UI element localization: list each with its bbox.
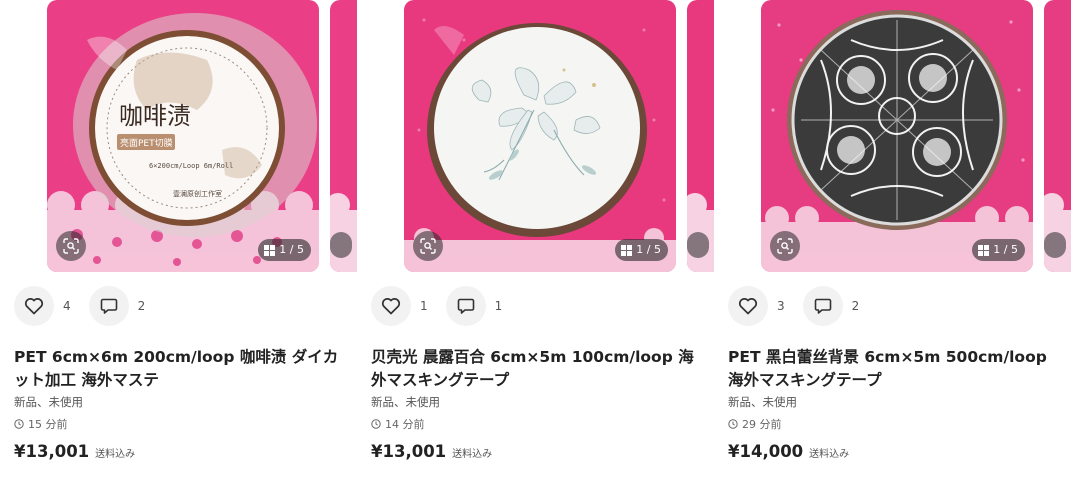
image-page-text: 1 / 5 <box>279 243 304 256</box>
shipping-label: 送料込み <box>809 449 850 460</box>
product-condition: 新品、未使用 <box>14 395 83 409</box>
comment-icon <box>457 298 474 314</box>
listing-time-text: 15 分前 <box>28 418 68 431</box>
image-text-finish: 亮面PET切膜 <box>120 137 173 149</box>
listing-time-text: 14 分前 <box>385 418 425 431</box>
like-button[interactable] <box>728 286 768 326</box>
gallery-grid-icon <box>264 244 276 256</box>
listing-time: 14 分前 <box>371 416 425 432</box>
like-button[interactable] <box>371 286 411 326</box>
product-image[interactable]: 1 / 5 <box>761 0 1033 272</box>
product-condition: 新品、未使用 <box>371 395 440 409</box>
image-text-name: 咖啡渍 <box>119 102 191 130</box>
image-search-icon <box>777 238 793 254</box>
image-text-maker: 壹澜原创工作室 <box>173 189 222 198</box>
listing-time-text: 29 分前 <box>742 418 782 431</box>
image-carousel[interactable]: 咖啡渍 亮面PET切膜 6×200cm/Loop 6m/Roll 壹澜原创工作室 <box>47 0 357 272</box>
price-value: ¥13,001 <box>14 442 90 461</box>
heart-icon <box>24 298 44 315</box>
comment-icon <box>814 298 831 314</box>
clock-icon <box>371 419 381 429</box>
shipping-label: 送料込み <box>95 449 136 460</box>
action-bar: 1 1 <box>371 286 520 326</box>
image-page-text: 1 / 5 <box>993 243 1018 256</box>
product-title[interactable]: 贝壳光 晨露百合 6cm×5m 100cm/loop 海外マスキングテープ <box>371 346 701 392</box>
image-search-icon <box>63 238 79 254</box>
image-search-button[interactable] <box>413 231 443 261</box>
image-carousel[interactable]: 1 / 5 <box>761 0 1071 272</box>
heart-icon <box>381 298 401 315</box>
comment-count: 2 <box>851 299 860 313</box>
product-image[interactable]: 咖啡渍 亮面PET切膜 6×200cm/Loop 6m/Roll 壹澜原创工作室 <box>47 0 319 272</box>
image-page-badge: 1 / 5 <box>972 239 1025 261</box>
clock-icon <box>14 419 24 429</box>
image-page-badge: 1 / 5 <box>258 239 311 261</box>
image-text-spec: 6×200cm/Loop 6m/Roll <box>149 162 233 170</box>
clock-icon <box>728 419 738 429</box>
product-card[interactable]: 1 / 5 1 1 贝壳光 晨露百合 6cm×5m 100cm/loop 海外マ… <box>357 0 714 482</box>
comment-icon <box>100 298 117 314</box>
image-search-icon <box>420 238 436 254</box>
action-bar: 3 2 <box>728 286 877 326</box>
comment-button[interactable] <box>445 286 486 326</box>
gallery-grid-icon <box>621 244 633 256</box>
like-button[interactable] <box>14 286 54 326</box>
product-card[interactable]: 1 / 5 3 2 PET 黑白蕾丝背景 6cm×5m 500cm/loop 海… <box>714 0 1071 482</box>
listing-time: 15 分前 <box>14 416 68 432</box>
image-page-text: 1 / 5 <box>636 243 661 256</box>
comment-count: 1 <box>494 299 503 313</box>
price-row: ¥13,001 送料込み <box>14 442 135 461</box>
gallery-grid-icon <box>978 244 990 256</box>
product-title[interactable]: PET 6cm×6m 200cm/loop 咖啡渍 ダイカット加工 海外マステ <box>14 346 344 392</box>
shipping-label: 送料込み <box>452 449 493 460</box>
action-bar: 4 2 <box>14 286 163 326</box>
image-search-button[interactable] <box>56 231 86 261</box>
price-value: ¥14,000 <box>728 442 804 461</box>
price-value: ¥13,001 <box>371 442 447 461</box>
product-title[interactable]: PET 黑白蕾丝背景 6cm×5m 500cm/loop 海外マスキングテープ <box>728 346 1058 392</box>
next-image-peek[interactable] <box>687 0 714 272</box>
product-image[interactable]: 1 / 5 <box>404 0 676 272</box>
image-page-badge: 1 / 5 <box>615 239 668 261</box>
product-condition: 新品、未使用 <box>728 395 797 409</box>
next-image-peek[interactable] <box>1044 0 1071 272</box>
comment-button[interactable] <box>88 286 129 326</box>
price-row: ¥14,000 送料込み <box>728 442 849 461</box>
price-row: ¥13,001 送料込み <box>371 442 492 461</box>
listing-time: 29 分前 <box>728 416 782 432</box>
like-count: 1 <box>420 299 428 313</box>
like-count: 3 <box>777 299 785 313</box>
product-card[interactable]: 咖啡渍 亮面PET切膜 6×200cm/Loop 6m/Roll 壹澜原创工作室 <box>0 0 357 482</box>
comment-count: 2 <box>137 299 146 313</box>
like-count: 4 <box>63 299 71 313</box>
image-carousel[interactable]: 1 / 5 <box>404 0 714 272</box>
comment-button[interactable] <box>802 286 843 326</box>
image-search-button[interactable] <box>770 231 800 261</box>
next-image-peek[interactable] <box>330 0 357 272</box>
heart-icon <box>738 298 758 315</box>
